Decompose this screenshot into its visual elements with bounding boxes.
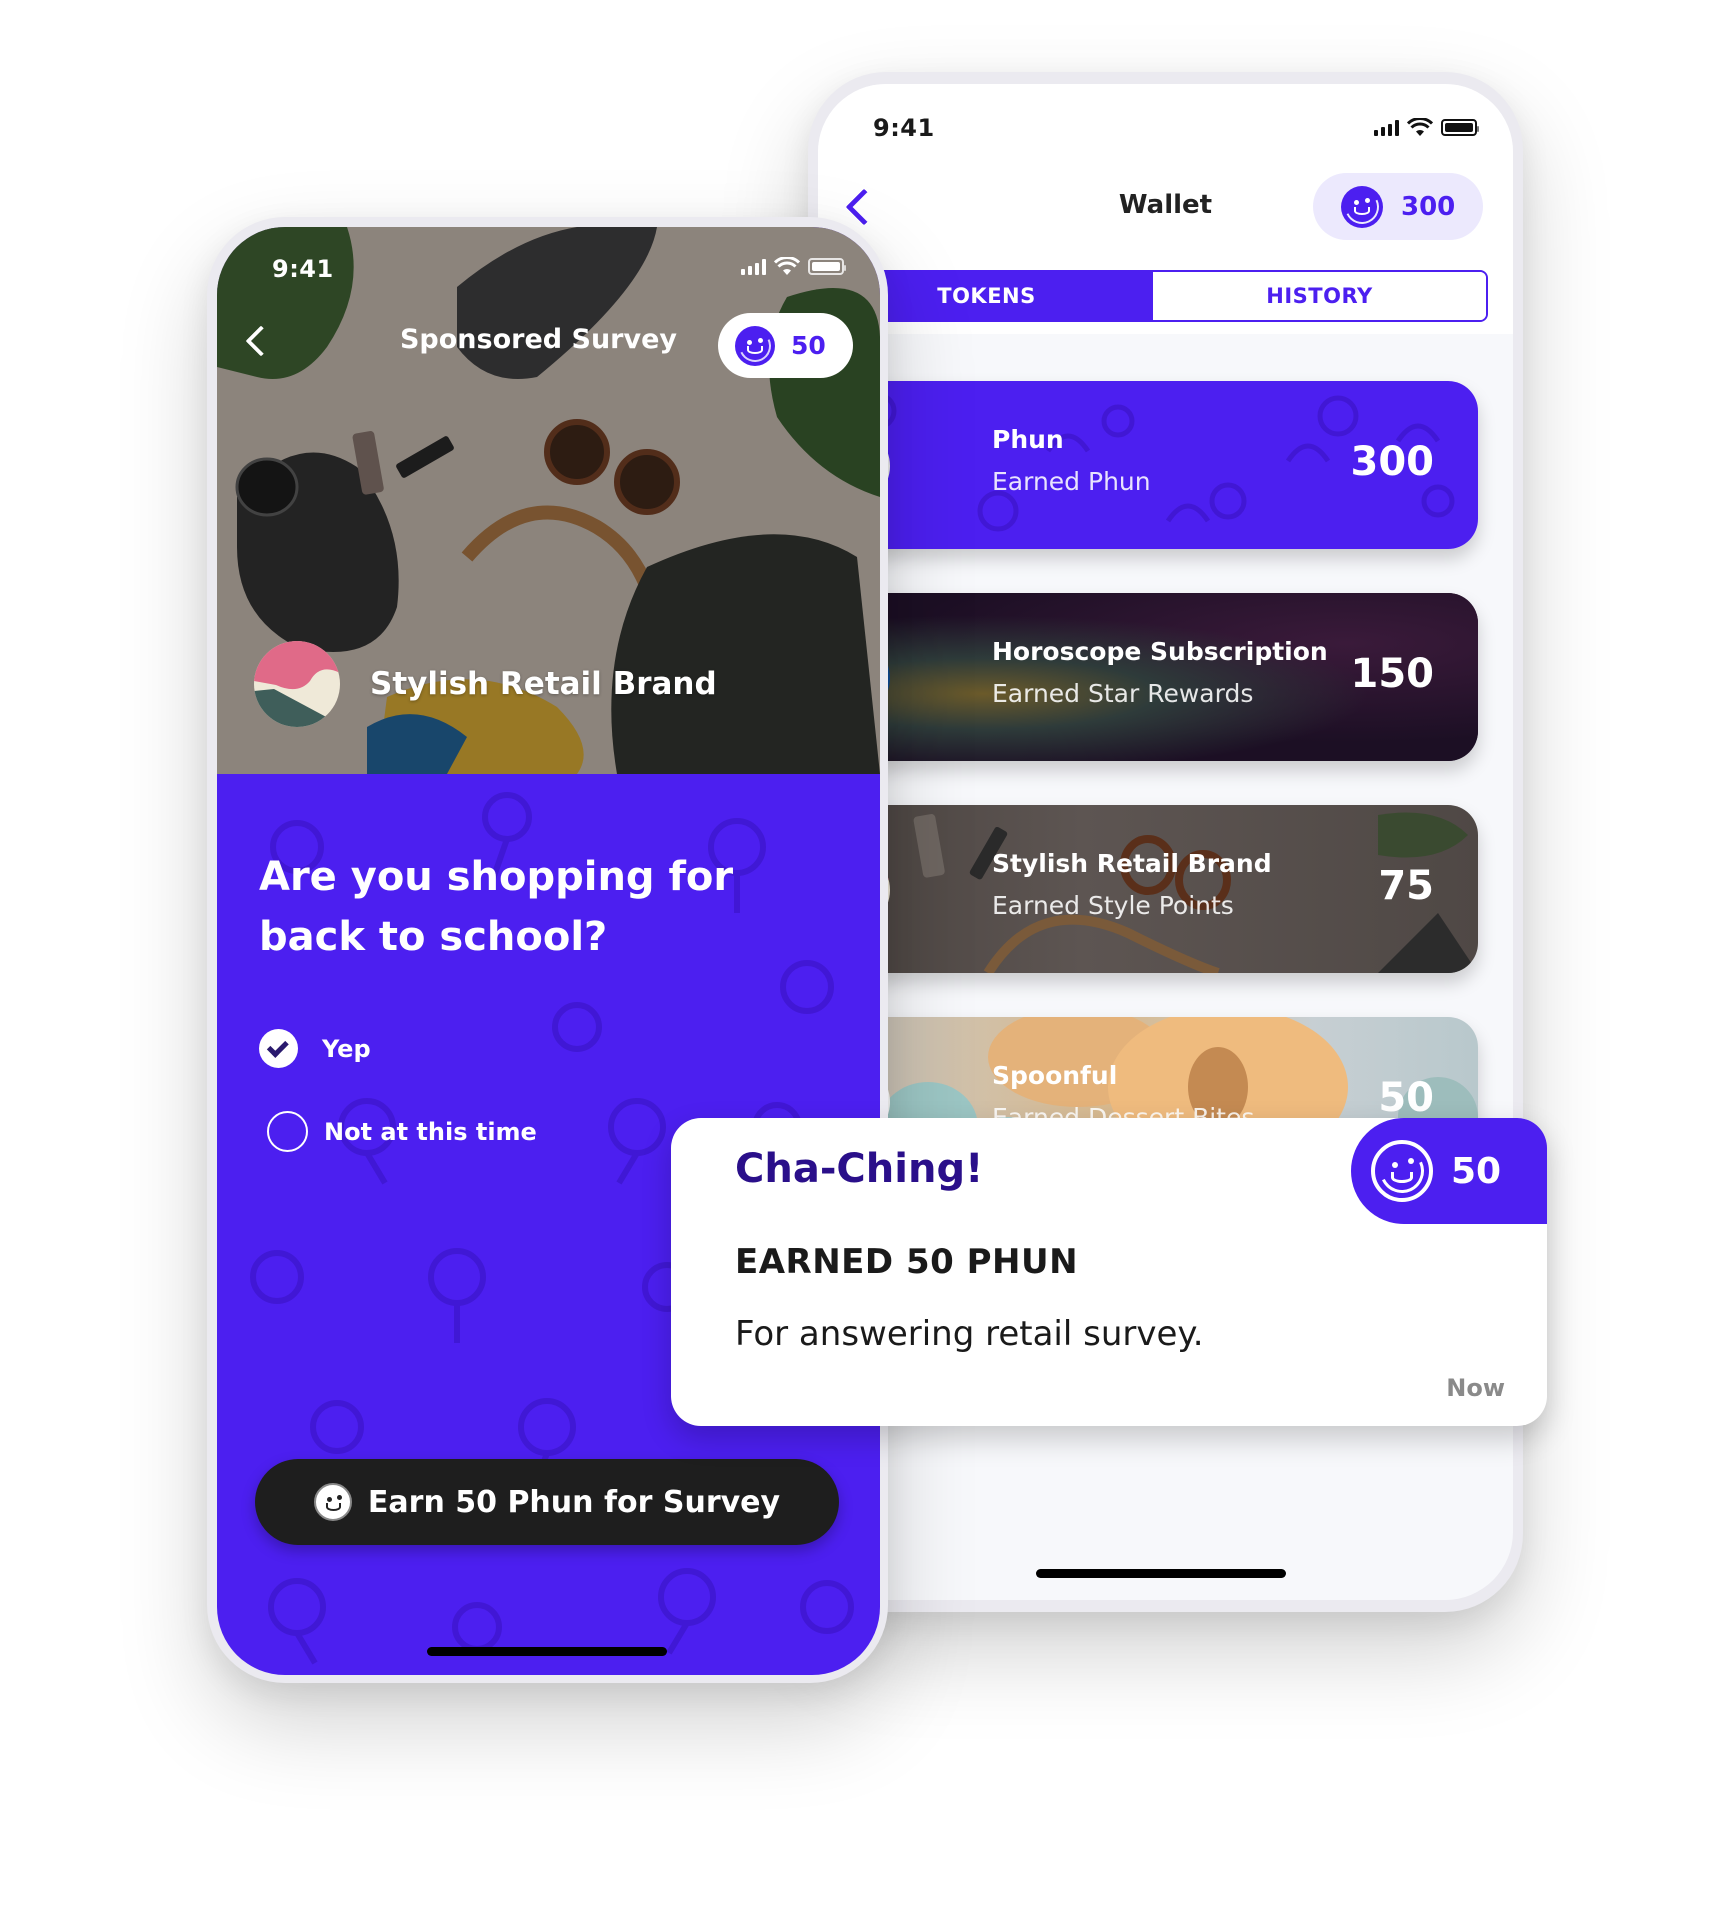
tab-history[interactable]: HISTORY [1153, 272, 1486, 320]
signal-icon [741, 258, 766, 275]
option-label: Not at this time [324, 1117, 537, 1146]
wallet-tabs: TOKENS HISTORY [818, 270, 1488, 322]
earn-phun-button[interactable]: Earn 50 Phun for Survey [255, 1459, 839, 1545]
reward-notification[interactable]: Cha-Ching! 50 EARNED 50 PHUN For answeri… [671, 1118, 1547, 1426]
token-card-horoscope[interactable]: Horoscope Subscription Earned Star Rewar… [818, 593, 1478, 761]
token-subtitle: Earned Style Points [992, 891, 1234, 920]
token-subtitle: Earned Star Rewards [992, 679, 1254, 708]
phun-smiley-icon [1340, 184, 1384, 229]
balance-badge[interactable]: 300 [1313, 173, 1483, 240]
token-name: Phun [992, 425, 1064, 454]
option-yep[interactable]: Yep [259, 1029, 371, 1068]
token-amount: 75 [1378, 863, 1434, 909]
battery-icon [808, 258, 846, 275]
token-name: Spoonful [992, 1061, 1118, 1090]
notification-badge: 50 [1351, 1118, 1547, 1224]
notification-body: For answering retail survey. [735, 1314, 1204, 1354]
battery-icon [1441, 119, 1479, 136]
signal-icon [1374, 119, 1399, 136]
token-subtitle: Earned Phun [992, 467, 1151, 496]
survey-question: Are you shopping for back to school? [259, 854, 734, 960]
notification-badge-value: 50 [1451, 1150, 1502, 1192]
unchecked-radio-icon[interactable] [267, 1111, 308, 1152]
option-not-at-this-time[interactable]: Not at this time [259, 1111, 537, 1152]
wifi-icon [774, 257, 800, 275]
notification-title: Cha-Ching! [735, 1146, 984, 1192]
option-label: Yep [322, 1034, 371, 1063]
token-name: Stylish Retail Brand [992, 849, 1272, 878]
phun-smiley-icon [1371, 1140, 1433, 1202]
balance-value: 300 [1401, 191, 1456, 222]
reward-value: 50 [791, 331, 826, 360]
token-amount: 150 [1350, 651, 1435, 697]
status-icons [1374, 118, 1479, 137]
token-amount: 50 [1378, 1075, 1434, 1121]
stylish-retail-brand-logo [254, 641, 340, 727]
notification-timestamp: Now [1446, 1374, 1505, 1402]
home-indicator [1036, 1569, 1286, 1578]
notification-heading: EARNED 50 PHUN [735, 1242, 1079, 1282]
status-time: 9:41 [272, 255, 334, 283]
checked-radio-icon[interactable] [259, 1029, 298, 1068]
token-name: Horoscope Subscription [992, 637, 1328, 666]
reward-badge[interactable]: 50 [718, 313, 853, 378]
wifi-icon [1407, 118, 1433, 136]
status-icons [741, 257, 846, 276]
earn-button-label: Earn 50 Phun for Survey [367, 1484, 781, 1520]
brand-name: Stylish Retail Brand [370, 666, 717, 702]
token-card-stylish-retail-brand[interactable]: Stylish Retail Brand Earned Style Points… [818, 805, 1478, 973]
status-time: 9:41 [873, 114, 935, 142]
phun-smiley-icon [313, 1483, 352, 1521]
token-amount: 300 [1350, 439, 1435, 485]
survey-screen: 9:41 Sponsored Survey 50 Stylish Retail … [217, 227, 880, 1675]
token-card-phun[interactable]: Phun Earned Phun 300 [818, 381, 1478, 549]
phun-smiley-icon [734, 324, 776, 367]
brand-row: Stylish Retail Brand [254, 641, 717, 727]
home-indicator [427, 1647, 667, 1656]
